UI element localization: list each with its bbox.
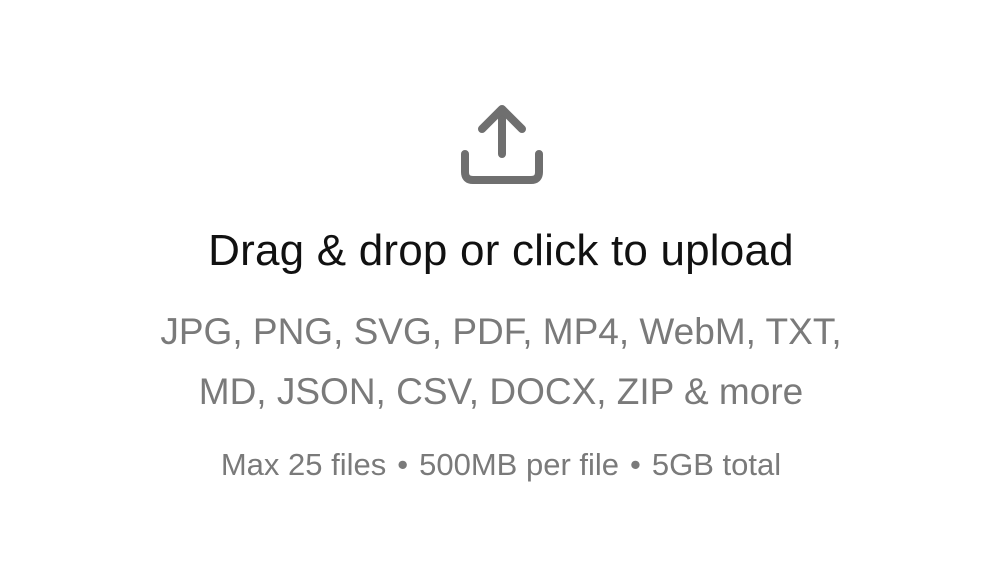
upload-title: Drag & drop or click to upload	[208, 226, 794, 275]
upload-icon	[461, 105, 543, 184]
upload-dropzone[interactable]: Drag & drop or click to upload JPG, PNG,…	[0, 0, 1002, 582]
total-size-limit: 5GB total	[651, 447, 782, 482]
upload-limits: Max 25 files • 500MB per file • 5GB total	[0, 444, 1002, 486]
supported-formats-line-2: MD, JSON, CSV, DOCX, ZIP & more	[198, 371, 804, 412]
supported-formats: JPG, PNG, SVG, PDF, MP4, WebM, TXT, MD, …	[100, 302, 902, 422]
max-files-limit: Max 25 files	[220, 447, 387, 482]
separator-dot: •	[630, 447, 641, 482]
supported-formats-line-1: JPG, PNG, SVG, PDF, MP4, WebM, TXT,	[160, 311, 842, 352]
separator-dot: •	[397, 447, 409, 482]
per-file-limit: 500MB per file	[419, 447, 620, 482]
